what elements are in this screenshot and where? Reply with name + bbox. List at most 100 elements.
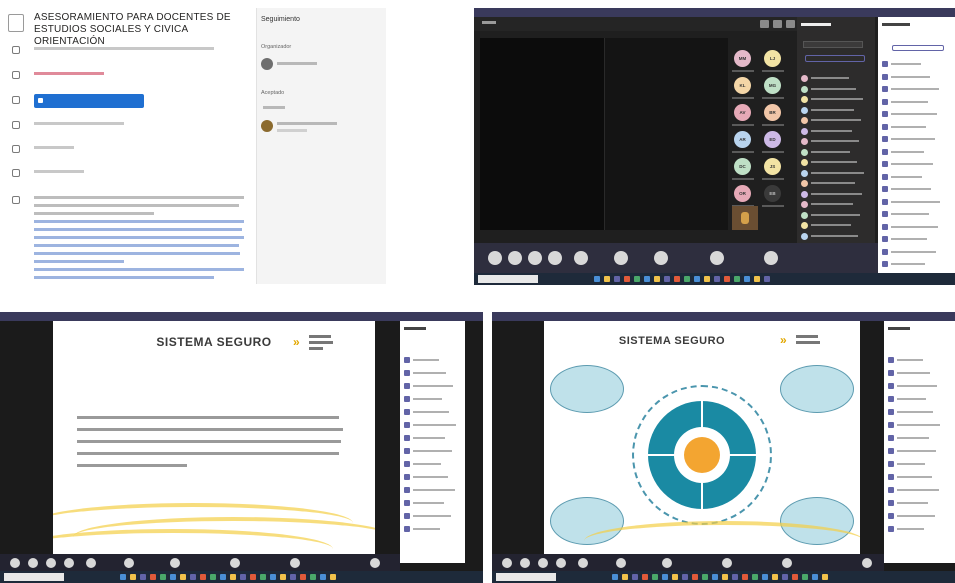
attendee-name[interactable] [811,119,861,121]
taskbar-app-icon[interactable] [210,574,216,580]
chat-item[interactable] [897,411,933,413]
taskbar-app-icon[interactable] [644,276,650,282]
taskbar-app-icon[interactable] [704,276,710,282]
taskbar-app-icon[interactable] [712,574,718,580]
call-control-button[interactable] [124,558,134,568]
taskbar-app-icon[interactable] [744,276,750,282]
taskbar-app-icon[interactable] [320,574,326,580]
attendee-name[interactable] [811,213,860,216]
taskbar-app-icon[interactable] [120,574,126,580]
taskbar-app-icon[interactable] [802,574,808,580]
taskbar-search-input[interactable] [496,573,556,581]
taskbar-app-icon[interactable] [280,574,286,580]
taskbar-app-icon[interactable] [310,574,316,580]
taskbar-app-icon[interactable] [614,276,620,282]
call-control-button[interactable] [520,558,530,568]
share-invite-button[interactable] [805,55,865,62]
taskbar-app-icon[interactable] [694,276,700,282]
taskbar-app-icon[interactable] [632,574,638,580]
chat-item[interactable] [413,411,449,413]
dial-in-row[interactable] [34,122,124,125]
call-control-button[interactable] [782,558,792,568]
chat-item[interactable] [897,437,929,439]
call-control-button[interactable] [46,558,56,568]
attendee-name[interactable] [811,161,857,163]
new-conversation-button[interactable] [892,45,944,51]
chat-item[interactable] [897,476,932,478]
call-control-button[interactable] [662,558,672,568]
chat-item[interactable] [891,238,927,240]
chat-item[interactable] [413,502,444,504]
chat-icon[interactable] [773,20,782,28]
taskbar-app-icon[interactable] [734,276,740,282]
chat-item[interactable] [891,88,939,90]
call-control-button[interactable] [230,558,240,568]
chat-item[interactable] [891,250,936,253]
taskbar-app-icon[interactable] [130,574,136,580]
chat-item[interactable] [413,359,439,361]
call-control-button[interactable] [710,251,724,265]
call-control-button[interactable] [616,558,626,568]
meeting-folder-row[interactable] [34,47,214,50]
attendees-search-input[interactable] [803,41,863,48]
taskbar-app-icon[interactable] [170,574,176,580]
chat-item[interactable] [897,463,925,465]
chat-item[interactable] [897,359,923,361]
chat-item[interactable] [891,188,931,190]
taskbar-app-icon[interactable] [792,574,798,580]
chat-item[interactable] [891,163,933,165]
taskbar-app-icon[interactable] [260,574,266,580]
taskbar-app-icon[interactable] [732,574,738,580]
call-control-button[interactable] [654,251,668,265]
taskbar-app-icon[interactable] [724,276,730,282]
taskbar-app-icon[interactable] [150,574,156,580]
chat-item[interactable] [891,175,922,178]
taskbar-app-icon[interactable] [702,574,708,580]
taskbar-app-icon[interactable] [642,574,648,580]
chat-item[interactable] [897,450,936,452]
taskbar-app-icon[interactable] [692,574,698,580]
reminder-dropdown[interactable] [34,170,84,173]
chat-item[interactable] [413,437,445,439]
taskbar-app-icon[interactable] [290,574,296,580]
taskbar-app-icon[interactable] [752,574,758,580]
chat-item[interactable] [897,424,940,426]
taskbar-app-icon[interactable] [722,574,728,580]
taskbar-app-icon[interactable] [624,276,630,282]
taskbar-app-icon[interactable] [762,574,768,580]
call-control-button[interactable] [528,251,542,265]
taskbar-app-icon[interactable] [674,276,680,282]
taskbar-app-icon[interactable] [604,276,610,282]
taskbar-app-icon[interactable] [654,276,660,282]
chat-item[interactable] [897,502,928,504]
call-control-button[interactable] [488,251,502,265]
taskbar-app-icon[interactable] [782,574,788,580]
chat-item[interactable] [413,528,440,530]
call-control-button[interactable] [170,558,180,568]
accepted-toggle[interactable] [263,106,285,109]
chat-item[interactable] [891,75,930,78]
attendee-name[interactable] [811,98,863,100]
chat-item[interactable] [891,213,929,215]
chat-item[interactable] [891,125,926,128]
call-control-button[interactable] [578,558,588,568]
taskbar-app-icon[interactable] [812,574,818,580]
call-control-button[interactable] [290,558,300,568]
taskbar-search-input[interactable] [478,275,538,283]
taskbar-app-icon[interactable] [240,574,246,580]
taskbar-app-icon[interactable] [772,574,778,580]
taskbar-app-icon[interactable] [622,574,628,580]
chat-item[interactable] [891,225,938,228]
chat-item[interactable] [897,489,939,491]
taskbar-search-input[interactable] [4,573,64,581]
participants-icon[interactable] [760,20,769,28]
chat-item[interactable] [897,515,935,517]
taskbar-app-icon[interactable] [684,276,690,282]
taskbar-app-icon[interactable] [180,574,186,580]
chat-item[interactable] [897,528,924,530]
attendee-name[interactable] [811,234,858,237]
taskbar-app-icon[interactable] [140,574,146,580]
attendee-name[interactable] [811,87,856,90]
call-control-button[interactable] [614,251,628,265]
chat-item[interactable] [891,263,925,265]
